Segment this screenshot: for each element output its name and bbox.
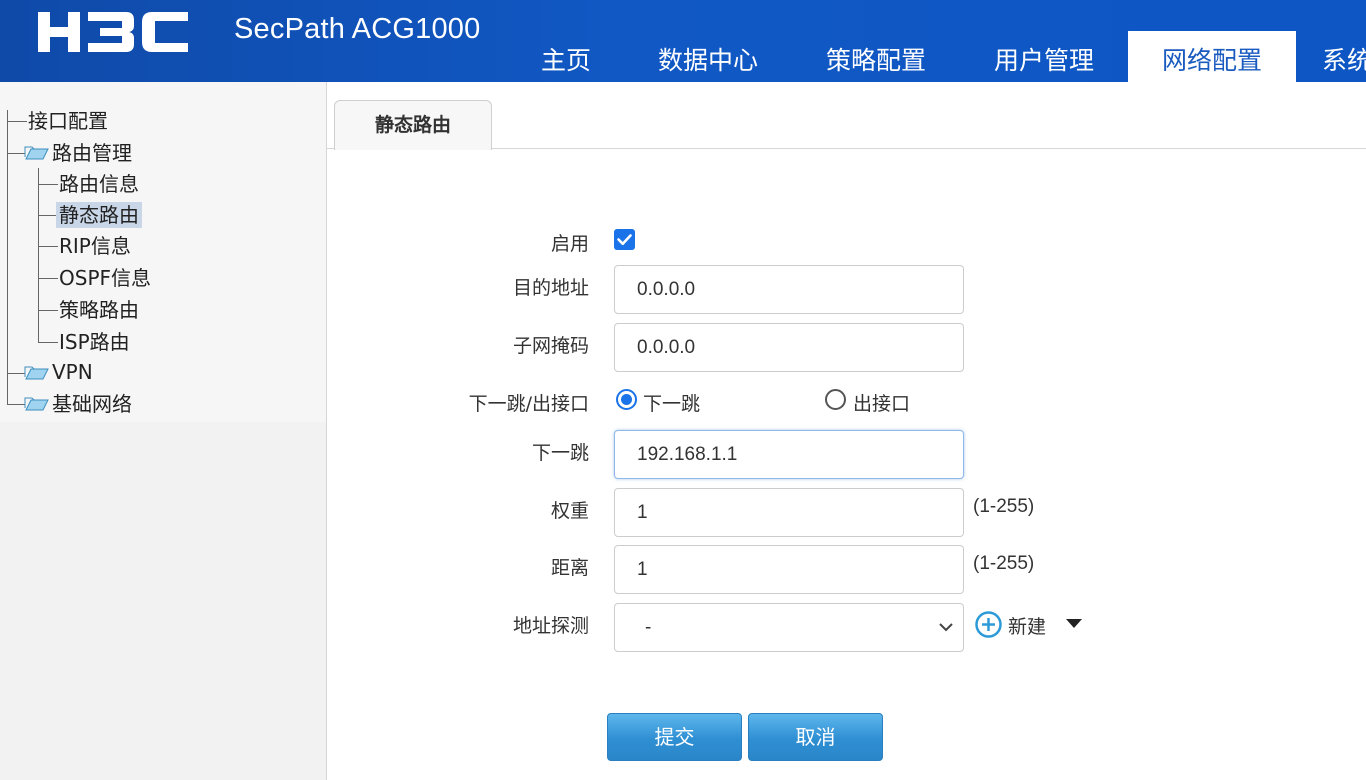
radio-next-hop[interactable] (616, 389, 637, 410)
tree-item-isp-route[interactable]: ISP路由 (59, 329, 130, 355)
tree-item-interface-config[interactable]: 接口配置 (28, 108, 108, 134)
product-name: SecPath ACG1000 (234, 13, 481, 45)
cancel-button[interactable]: 取消 (748, 713, 883, 761)
next-hop-label: 下一跳 (531, 442, 589, 464)
tree-item-static-route[interactable]: 静态路由 (56, 202, 142, 228)
distance-input[interactable]: 1 (614, 545, 964, 594)
dest-address-label: 目的地址 (512, 277, 589, 299)
new-probe-link[interactable]: 新建 (1008, 612, 1046, 639)
nav-tab-network-config[interactable]: 网络配置 (1128, 31, 1296, 82)
tree-item-policy-route[interactable]: 策略路由 (59, 297, 139, 323)
tree-line (38, 168, 39, 343)
next-hop-input[interactable]: 192.168.1.1 (614, 430, 964, 479)
h3c-logo (38, 12, 188, 52)
tree-line (38, 215, 56, 216)
enable-label: 启用 (550, 233, 589, 255)
nav-tab-home[interactable]: 主页 (508, 31, 624, 82)
tree-line (7, 121, 27, 122)
weight-input[interactable]: 1 (614, 488, 964, 537)
tree-line (38, 246, 58, 247)
caret-down-icon[interactable] (1066, 619, 1082, 628)
main-nav: 主页 数据中心 策略配置 用户管理 网络配置 系统 (508, 31, 1366, 82)
tree-line (7, 153, 25, 154)
tree-item-vpn[interactable]: VPN (52, 359, 93, 385)
tree-line (38, 278, 58, 279)
subnet-mask-label: 子网掩码 (512, 335, 589, 357)
radio-next-hop-label: 下一跳 (643, 393, 701, 415)
tree-item-ospf-info[interactable]: OSPF信息 (59, 265, 151, 291)
tree-line (7, 110, 8, 404)
nav-tab-policy-config[interactable]: 策略配置 (792, 31, 960, 82)
tree-line (38, 310, 58, 311)
radio-out-interface[interactable] (825, 389, 846, 410)
content-tabbar: 静态路由 (327, 82, 1366, 150)
distance-label: 距离 (550, 557, 589, 579)
tree-line (7, 404, 25, 405)
radio-out-interface-label: 出接口 (853, 393, 911, 415)
nav-tab-data-center[interactable]: 数据中心 (624, 31, 792, 82)
tree-item-route-info[interactable]: 路由信息 (59, 171, 139, 197)
nav-tree: 接口配置 路由管理 路由信息 静态路由 RIP信息 OSPF信息 策略路由 IS… (0, 82, 326, 422)
open-folder-icon (24, 146, 49, 160)
enable-checkbox[interactable] (614, 229, 635, 250)
dest-address-input[interactable]: 0.0.0.0 (614, 265, 964, 314)
main-content: 静态路由 启用 目的地址 0.0.0.0 子网掩码 0.0.0.0 下一跳/出接… (327, 82, 1366, 780)
weight-label: 权重 (550, 500, 589, 522)
sidebar: 接口配置 路由管理 路由信息 静态路由 RIP信息 OSPF信息 策略路由 IS… (0, 82, 327, 780)
address-probe-label: 地址探测 (512, 615, 589, 637)
tree-item-basic-network[interactable]: 基础网络 (52, 391, 132, 417)
tree-item-route-management[interactable]: 路由管理 (52, 140, 132, 166)
tree-line (38, 184, 58, 185)
tree-item-rip-info[interactable]: RIP信息 (59, 233, 131, 259)
add-circle-icon[interactable] (975, 611, 1002, 638)
submit-button[interactable]: 提交 (607, 713, 742, 761)
chevron-down-icon (939, 623, 953, 632)
subnet-mask-input[interactable]: 0.0.0.0 (614, 323, 964, 372)
tab-static-route[interactable]: 静态路由 (334, 100, 492, 150)
check-icon (617, 234, 632, 246)
tree-line (7, 373, 25, 374)
top-header: SecPath ACG1000 主页 数据中心 策略配置 用户管理 网络配置 系… (0, 0, 1366, 82)
weight-range-hint: (1-255) (973, 496, 1035, 517)
folder-icon (24, 366, 49, 380)
nav-tab-user-management[interactable]: 用户管理 (960, 31, 1128, 82)
folder-icon (24, 397, 49, 411)
route-mode-label: 下一跳/出接口 (468, 393, 589, 415)
address-probe-select[interactable]: - (614, 603, 964, 652)
tree-line (38, 342, 58, 343)
distance-range-hint: (1-255) (973, 553, 1035, 574)
nav-tab-system[interactable]: 系统 (1296, 31, 1366, 82)
address-probe-value: - (645, 617, 652, 638)
